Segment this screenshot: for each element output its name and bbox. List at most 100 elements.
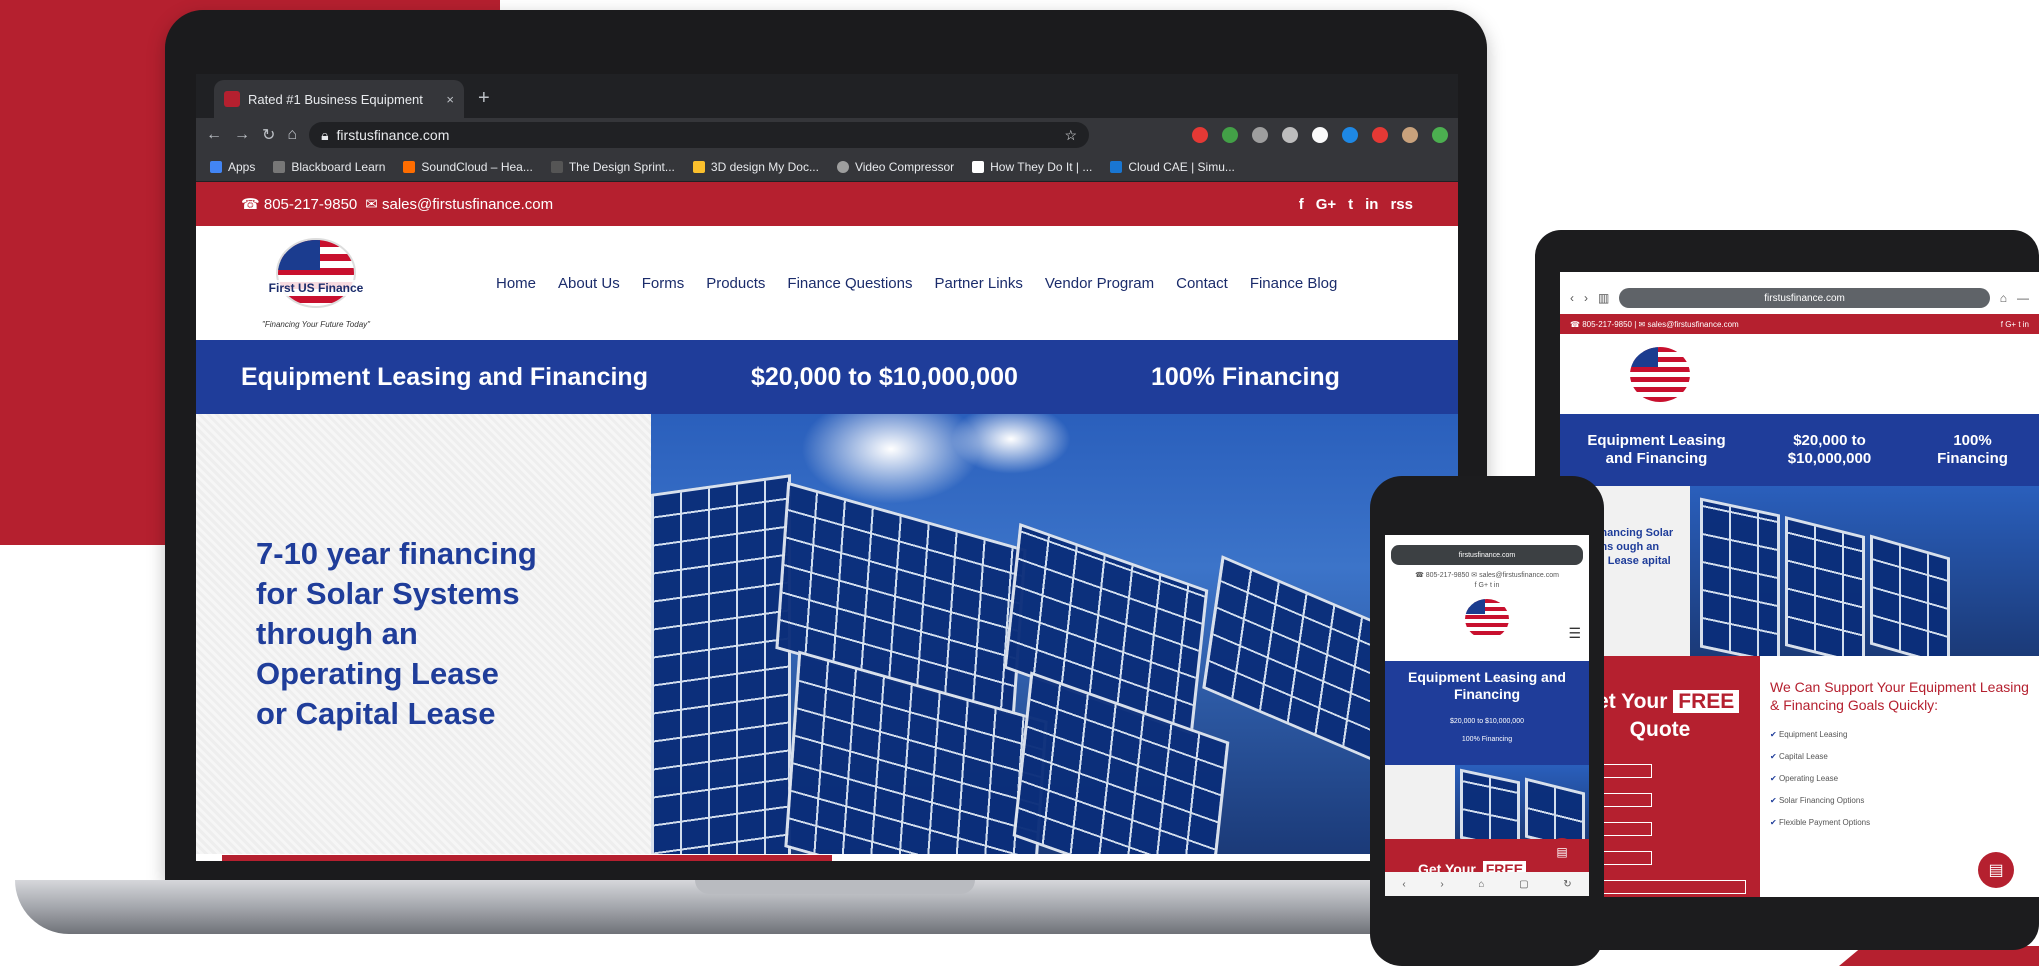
hero-section: 7-10 year financing for Solar Systems th… (196, 414, 1458, 861)
extension-icon[interactable] (1252, 127, 1268, 143)
phone-link[interactable]: ☎ 805-217-9850 (241, 195, 357, 213)
extension-icon[interactable] (1192, 127, 1208, 143)
bookmark-item[interactable]: 3D design My Doc... (692, 160, 819, 174)
banner-range: $20,000 to $10,000,000 (751, 362, 1018, 391)
extension-icon[interactable] (1312, 127, 1328, 143)
phone-address-bar[interactable]: firstusfinance.com (1391, 545, 1583, 565)
apps-grid-icon (210, 160, 222, 173)
solar-panel (1460, 768, 1520, 839)
bookmark-item[interactable]: Blackboard Learn (273, 160, 385, 174)
nav-finance-questions[interactable]: Finance Questions (787, 275, 912, 292)
extension-icon[interactable] (1222, 127, 1238, 143)
browser-tab-strip: Rated #1 Business Equipment × + (196, 74, 1458, 118)
phone-hero (1385, 765, 1589, 839)
bookmark-item[interactable]: How They Do It | ... (972, 160, 1092, 174)
linkedin-icon[interactable]: in (1365, 196, 1378, 213)
home-icon[interactable]: ⌂ (2000, 291, 2007, 305)
banner-range: $20,000 to $10,000,000 (1787, 432, 1872, 467)
nav-contact[interactable]: Contact (1176, 275, 1228, 292)
back-icon[interactable]: ← (206, 126, 222, 144)
tabs-icon[interactable]: ▢ (1519, 879, 1528, 890)
tabs-icon[interactable]: ▥ (1598, 291, 1609, 305)
chat-bubble-icon[interactable]: ▤ (1548, 838, 1576, 866)
nav-home[interactable]: Home (496, 275, 536, 292)
tablet-contact[interactable]: ☎ 805-217-9850 | ✉ sales@firstusfinance.… (1570, 320, 1739, 329)
extension-icon[interactable] (1342, 127, 1358, 143)
solar-panel (651, 474, 791, 854)
nav-vendor-program[interactable]: Vendor Program (1045, 275, 1154, 292)
home-icon[interactable]: ⌂ (287, 126, 297, 144)
close-tab-icon[interactable]: × (446, 92, 454, 107)
flag-globe-icon[interactable] (1465, 599, 1509, 639)
profile-avatar-icon[interactable] (1402, 127, 1418, 143)
home-icon[interactable]: ⌂ (1478, 879, 1484, 890)
bookmark-favicon-icon (692, 160, 705, 173)
forward-icon[interactable]: › (1440, 879, 1443, 890)
phone-browser-nav: ‹ › ⌂ ▢ ↻ (1385, 872, 1589, 896)
nav-about-us[interactable]: About Us (558, 275, 620, 292)
phone-banner: Equipment Leasing and Financing $20,000 … (1385, 661, 1589, 765)
email-link[interactable]: ✉ sales@firstusfinance.com (365, 195, 553, 213)
hero-line: through an (256, 616, 418, 651)
hero-line: Operating Lease (256, 656, 499, 691)
forward-icon[interactable]: › (1584, 291, 1588, 305)
site-header: First US Finance "Financing Your Future … (196, 226, 1458, 340)
flag-globe-icon[interactable] (1630, 346, 1690, 402)
extension-icon[interactable] (1282, 127, 1298, 143)
tablet-screen: ‹ › ▥ firstusfinance.com ⌂ — ☎ 805-217-9… (1560, 272, 2039, 897)
bookmark-item[interactable]: Video Compressor (836, 160, 954, 174)
solar-panel (1785, 516, 1865, 656)
banner-financing: 100% Financing (1151, 362, 1340, 391)
extension-icon[interactable] (1372, 127, 1388, 143)
nav-forms[interactable]: Forms (642, 275, 685, 292)
list-item: Operating Lease (1770, 768, 2029, 790)
tablet-status-bar (1560, 272, 2039, 282)
hamburger-menu-icon[interactable]: ☰ (1568, 625, 1581, 642)
solar-panel (1870, 534, 1950, 656)
chat-bubble-icon[interactable]: ▤ (1978, 852, 2014, 888)
bookmarks-bar: Apps Blackboard Learn SoundCloud – Hea..… (196, 152, 1458, 182)
site-logo[interactable]: First US Finance "Financing Your Future … (256, 237, 376, 329)
banner-title: Equipment Leasing and Financing (1408, 669, 1566, 702)
forward-icon[interactable]: → (234, 126, 250, 144)
nav-partner-links[interactable]: Partner Links (935, 275, 1023, 292)
hero-text: 7-10 year financing for Solar Systems th… (196, 414, 651, 854)
bookmark-star-icon[interactable]: ☆ (1065, 127, 1078, 144)
bookmark-apps[interactable]: Apps (210, 160, 255, 174)
logo-tagline: "Financing Your Future Today" (262, 319, 370, 329)
browser-tab[interactable]: Rated #1 Business Equipment × (214, 80, 464, 118)
nav-finance-blog[interactable]: Finance Blog (1250, 275, 1338, 292)
device-mockup-stage: Rated #1 Business Equipment × + ← → ↻ ⌂ … (0, 0, 2039, 966)
menu-icon[interactable]: — (2017, 291, 2029, 305)
nav-products[interactable]: Products (706, 275, 765, 292)
reload-icon[interactable]: ↻ (262, 125, 275, 145)
rss-icon[interactable]: rss (1390, 196, 1413, 213)
tablet-browser-bar: ‹ › ▥ firstusfinance.com ⌂ — (1560, 282, 2039, 314)
back-icon[interactable]: ‹ (1570, 291, 1574, 305)
solar-panel-image (651, 414, 1458, 854)
tablet-address-bar[interactable]: firstusfinance.com (1619, 288, 1990, 308)
blue-banner: Equipment Leasing and Financing $20,000 … (196, 340, 1458, 414)
bookmark-item[interactable]: SoundCloud – Hea... (403, 160, 533, 174)
bookmark-item[interactable]: The Design Sprint... (550, 160, 675, 174)
address-bar[interactable]: 🔒︎ firstusfinance.com ☆ (309, 122, 1090, 148)
extension-icon[interactable] (1432, 127, 1448, 143)
bookmark-favicon-icon (273, 160, 286, 173)
tablet-banner: Equipment Leasing and Financing $20,000 … (1560, 414, 2039, 486)
tablet-social[interactable]: f G+ t in (2001, 320, 2029, 329)
tablet-topbar: ☎ 805-217-9850 | ✉ sales@firstusfinance.… (1560, 314, 2039, 334)
logo-name: First US Finance (265, 279, 367, 296)
solar-panel-image (1455, 765, 1589, 839)
bookmark-item[interactable]: Cloud CAE | Simu... (1110, 160, 1235, 174)
banner-leasing: Equipment Leasing and Financing (241, 362, 648, 391)
back-icon[interactable]: ‹ (1402, 879, 1405, 890)
main-nav: Home About Us Forms Products Finance Que… (496, 275, 1337, 292)
facebook-icon[interactable]: f (1299, 196, 1304, 213)
hero-line: or Capital Lease (256, 696, 496, 731)
reload-icon[interactable]: ↻ (1563, 879, 1571, 890)
google-plus-icon[interactable]: G+ (1316, 196, 1336, 213)
twitter-icon[interactable]: t (1348, 196, 1353, 213)
phone-hero-text (1385, 765, 1455, 839)
new-tab-button[interactable]: + (478, 87, 490, 110)
phone-status-bar (1385, 535, 1589, 543)
